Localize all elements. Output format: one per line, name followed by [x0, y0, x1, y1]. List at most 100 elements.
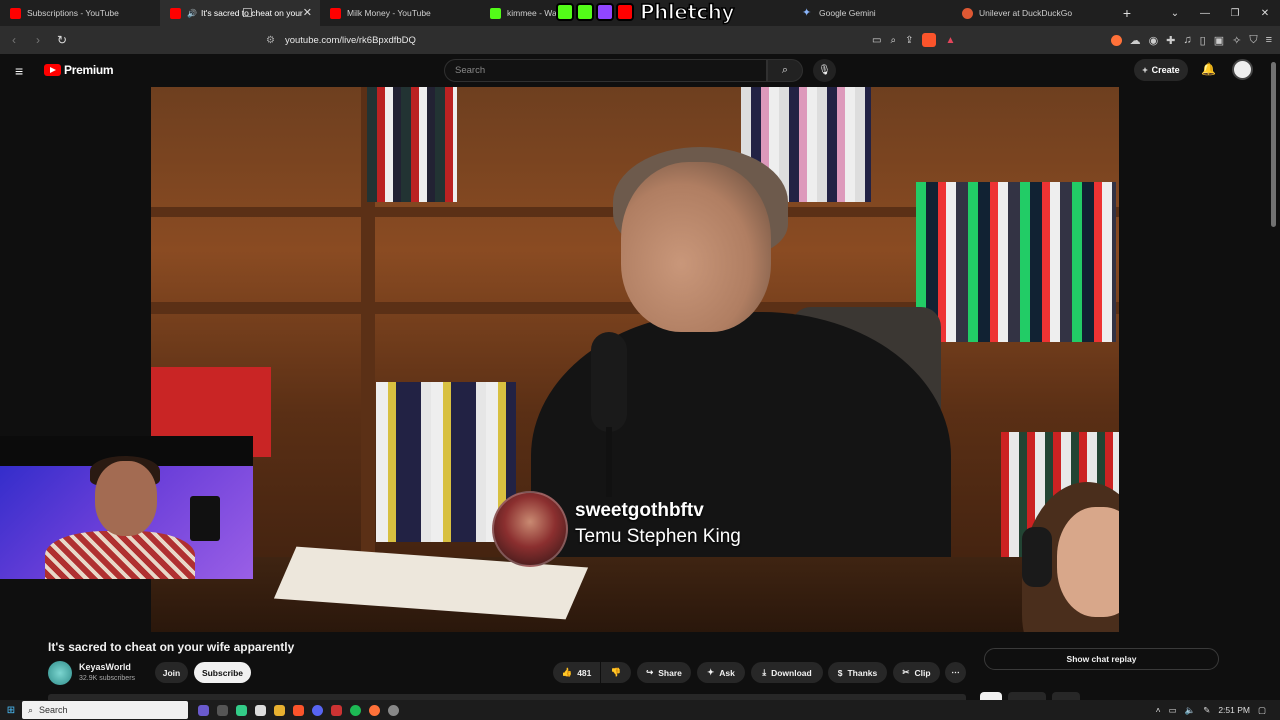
browser-tab-milk-money[interactable]: Milk Money - YouTube: [320, 0, 480, 26]
chip-all[interactable]: [980, 692, 1002, 700]
kick-icon: [490, 7, 501, 19]
hamburger-menu-icon[interactable]: ≡: [15, 63, 23, 79]
youtube-play-icon: [44, 64, 61, 76]
search-button[interactable]: ⌕: [767, 59, 803, 82]
voice-search-button[interactable]: 🎙: [813, 59, 836, 82]
forward-button[interactable]: ›: [28, 33, 48, 47]
youtube-logo[interactable]: Premium: [44, 63, 114, 77]
wallet-icon[interactable]: ▣: [1214, 34, 1224, 47]
video-title: It's sacred to cheat on your wife appare…: [48, 640, 295, 654]
like-count: 481: [577, 667, 592, 678]
task-view-icon[interactable]: [217, 704, 228, 716]
search-input[interactable]: Search: [444, 59, 767, 82]
minimize-button[interactable]: —: [1190, 8, 1220, 19]
share-icon[interactable]: ⇪: [905, 35, 913, 46]
music-icon[interactable]: ♫: [1183, 34, 1191, 46]
account-avatar[interactable]: [1232, 59, 1253, 80]
leo-ai-icon[interactable]: ✧: [1232, 34, 1241, 47]
like-button[interactable]: 👍 481: [553, 662, 600, 683]
channel-avatar[interactable]: [48, 661, 72, 685]
close-icon[interactable]: ✕: [303, 6, 312, 19]
search-placeholder: Search: [455, 65, 486, 76]
studio-speaker: [190, 496, 220, 541]
browser-tab-gemini[interactable]: ✦ Google Gemini: [792, 0, 952, 26]
join-button[interactable]: Join: [155, 662, 188, 683]
address-bar[interactable]: ⚙ youtube.com/live/rk6BpxdfbDQ: [266, 26, 416, 54]
chevron-up-icon[interactable]: ˄: [1156, 705, 1161, 715]
share-label: Share: [658, 667, 682, 678]
chatter-message: Temu Stephen King: [575, 526, 741, 547]
spotify-icon[interactable]: [350, 704, 361, 716]
browser-tab-duckduckgo[interactable]: Unilever at DuckDuckGo: [952, 0, 1112, 26]
bookmark-icon[interactable]: ☐: [242, 6, 253, 20]
extension-fox-icon[interactable]: [1110, 34, 1122, 46]
browser-tab-subscriptions[interactable]: Subscriptions - YouTube: [0, 0, 160, 26]
browser-tab-current-video[interactable]: 🔊 It's sacred to cheat on your ✕: [160, 0, 320, 26]
taskbar-search[interactable]: ⌕ Search: [22, 701, 188, 719]
chevron-down-icon[interactable]: ⌄: [1160, 8, 1190, 19]
copilot-icon[interactable]: [198, 704, 209, 716]
notifications-bell-icon[interactable]: 🔔: [1201, 62, 1216, 76]
new-tab-button[interactable]: +: [1112, 5, 1142, 21]
pen-icon[interactable]: ✎: [1203, 705, 1210, 716]
microphone-icon: 🎙: [818, 65, 831, 76]
windows-start-icon[interactable]: ⊞: [0, 705, 22, 716]
chip[interactable]: [1008, 692, 1046, 700]
extension-circle-icon[interactable]: ◉: [1149, 34, 1159, 47]
youtube-brand-text: Premium: [64, 63, 114, 77]
show-chat-replay-button[interactable]: Show chat replay: [984, 648, 1219, 670]
menu-icon[interactable]: ≡: [1266, 34, 1272, 46]
books: [367, 87, 457, 202]
discord-icon[interactable]: [312, 704, 323, 716]
url-text: youtube.com/live/rk6BpxdfbDQ: [284, 34, 416, 46]
app-icon[interactable]: [331, 704, 342, 716]
notepad-icon[interactable]: [255, 704, 266, 716]
chip[interactable]: [1052, 692, 1080, 700]
download-button[interactable]: ⤓ Download: [751, 662, 823, 683]
page-scrollbar[interactable]: [1271, 62, 1276, 227]
vpn-icon[interactable]: ⛉: [1249, 34, 1257, 47]
volume-icon[interactable]: 🔈: [1185, 705, 1196, 716]
brave-shield-icon[interactable]: [922, 33, 937, 47]
cast-icon[interactable]: ▭: [872, 35, 881, 46]
back-button[interactable]: ‹: [4, 33, 24, 47]
speaker-icon[interactable]: 🔊: [187, 9, 197, 18]
share-button[interactable]: ↪ Share: [637, 662, 691, 683]
restore-button[interactable]: ❐: [1220, 8, 1250, 19]
channel-name[interactable]: KeyasWorld: [79, 662, 131, 672]
network-icon[interactable]: ▭: [1169, 705, 1177, 716]
ask-button[interactable]: ✦ Ask: [697, 662, 745, 683]
sidebar-icon[interactable]: ▯: [1200, 34, 1206, 47]
stream-overlay-logo: Phletchy: [556, 0, 735, 25]
extensions-puzzle-icon[interactable]: ✚: [1166, 34, 1175, 47]
reload-button[interactable]: ↻: [52, 33, 72, 47]
brave-rewards-icon[interactable]: ▲: [945, 35, 955, 46]
site-info-icon[interactable]: ⚙: [266, 35, 275, 46]
address-bar-actions: ▭ ⌕ ⇪ ▲: [872, 26, 955, 54]
video-player[interactable]: sweetgothbftv Temu Stephen King: [151, 87, 1119, 632]
more-actions-button[interactable]: ⋯: [945, 662, 966, 683]
download-label: Download: [771, 667, 812, 678]
subscribe-button[interactable]: Subscribe: [194, 662, 251, 683]
gemini-icon: ✦: [802, 6, 812, 19]
notifications-icon[interactable]: ▢: [1258, 705, 1266, 716]
youtube-logo-icon: [616, 3, 634, 21]
app-icon[interactable]: [236, 704, 247, 716]
thanks-button[interactable]: $ Thanks: [828, 662, 887, 683]
streamer-webcam-right: [932, 477, 1119, 632]
clock[interactable]: 2:51 PM: [1218, 705, 1250, 715]
close-window-button[interactable]: ✕: [1250, 8, 1280, 19]
dislike-button[interactable]: 👎: [601, 662, 631, 683]
extension-cloud-icon[interactable]: ☁: [1130, 34, 1141, 47]
file-explorer-icon[interactable]: [274, 704, 285, 716]
zoom-icon[interactable]: ⌕: [890, 35, 896, 46]
scissors-icon: ✂: [902, 667, 910, 677]
headphones: [1022, 527, 1052, 587]
podcast-microphone: [591, 332, 627, 432]
app-icon[interactable]: [388, 704, 399, 716]
brave-browser-icon[interactable]: [293, 704, 304, 716]
clip-button[interactable]: ✂ Clip: [893, 662, 940, 683]
create-button[interactable]: + Create: [1134, 59, 1188, 81]
window-controls: ⌄ — ❐ ✕: [1160, 0, 1280, 26]
firefox-icon[interactable]: [369, 704, 380, 716]
